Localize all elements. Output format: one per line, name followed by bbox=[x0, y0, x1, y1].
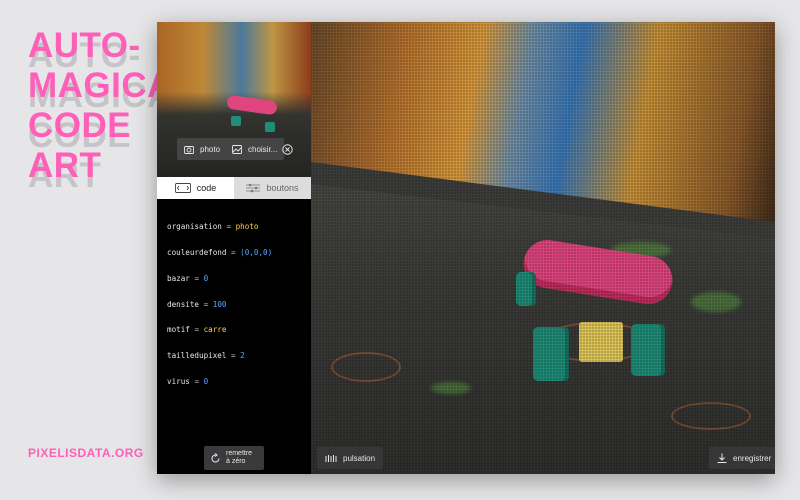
sliders-icon bbox=[246, 183, 261, 193]
sidebar: photo choisir... code boutons organisati… bbox=[157, 22, 311, 474]
save-button[interactable]: enregistrer bbox=[709, 447, 775, 469]
camera-icon bbox=[184, 145, 194, 154]
site-url[interactable]: PIXELISDATA.ORG bbox=[28, 446, 144, 460]
save-label: enregistrer bbox=[733, 453, 772, 463]
choose-button-label: choisir... bbox=[248, 144, 278, 154]
code-line: densite = 100 bbox=[167, 299, 227, 309]
reset-icon bbox=[211, 452, 220, 462]
close-circle-icon[interactable] bbox=[277, 139, 297, 159]
pulse-icon bbox=[325, 454, 337, 462]
headline-line: CODE CODE bbox=[28, 106, 178, 155]
photo-button[interactable]: photo bbox=[177, 138, 228, 160]
reset-button[interactable]: remettre à zéro bbox=[204, 446, 264, 470]
code-line: motif = carre bbox=[167, 325, 227, 335]
tab-buttons-label: boutons bbox=[266, 183, 299, 193]
app-window: photo choisir... code boutons organisati… bbox=[157, 22, 775, 474]
thumbnail-wheel bbox=[231, 116, 241, 126]
photo-thumbnail: photo choisir... bbox=[157, 22, 311, 177]
pulse-button[interactable]: pulsation bbox=[317, 447, 384, 469]
pixel-grid-overlay bbox=[311, 22, 775, 474]
code-icon bbox=[174, 183, 191, 193]
code-line: bazar = 0 bbox=[167, 273, 209, 283]
thumbnail-wheel bbox=[265, 122, 275, 132]
choose-button[interactable]: choisir... bbox=[225, 138, 285, 160]
pulse-label: pulsation bbox=[343, 453, 376, 463]
tab-code-label: code bbox=[196, 183, 217, 193]
headline: AUTO- AUTO- MAGICAL MAGICAL CODE CODE AR… bbox=[28, 26, 194, 195]
code-editor[interactable]: organisation = photo couleurdefond = (0,… bbox=[167, 206, 307, 404]
headline-line: ART ART bbox=[28, 146, 178, 195]
code-line: organisation = photo bbox=[167, 222, 259, 232]
headline-text: CODE bbox=[28, 106, 132, 145]
tab-code[interactable]: code bbox=[157, 177, 234, 199]
reset-label: remettre à zéro bbox=[226, 450, 253, 465]
photo-button-label: photo bbox=[200, 144, 221, 154]
download-icon bbox=[717, 453, 727, 463]
sidebar-tabs: code boutons bbox=[157, 177, 311, 199]
tab-buttons[interactable]: boutons bbox=[234, 177, 311, 199]
headline-line: MAGICAL MAGICAL bbox=[28, 66, 194, 115]
art-canvas[interactable]: pulsation enregistrer bbox=[311, 22, 775, 474]
code-line: couleurdefond = (0,0,0) bbox=[167, 247, 273, 257]
headline-line: AUTO- AUTO- bbox=[28, 26, 178, 75]
headline-text: AUTO- bbox=[28, 26, 141, 65]
code-line: tailledupixel = 2 bbox=[167, 351, 245, 361]
image-icon bbox=[232, 144, 242, 154]
code-line: virus = 0 bbox=[167, 376, 209, 386]
headline-text: ART bbox=[28, 146, 102, 185]
